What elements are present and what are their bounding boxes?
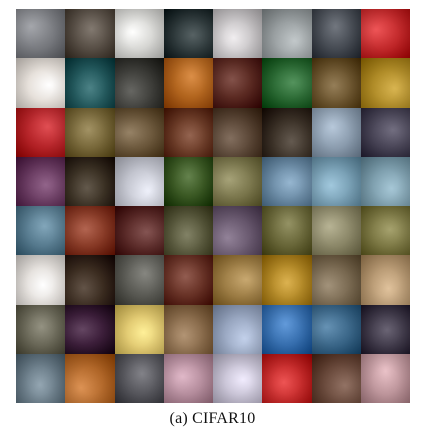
sample-tile <box>311 107 361 157</box>
sample-tile <box>311 255 361 305</box>
sample-tile <box>16 107 66 157</box>
sample-tile <box>262 353 312 403</box>
sample-tile <box>16 9 66 59</box>
sample-tile <box>360 206 410 256</box>
sample-tile <box>114 255 164 305</box>
sample-tile <box>213 9 263 59</box>
sample-tile <box>65 58 115 108</box>
sample-tile <box>262 156 312 206</box>
sample-tile <box>16 58 66 108</box>
sample-tile <box>65 255 115 305</box>
sample-tile <box>311 206 361 256</box>
sample-tile <box>262 304 312 354</box>
sample-tile <box>262 9 312 59</box>
sample-tile <box>311 304 361 354</box>
sample-tile <box>16 156 66 206</box>
sample-tile <box>65 206 115 256</box>
sample-tile <box>16 255 66 305</box>
sample-tile <box>262 255 312 305</box>
sample-tile <box>311 353 361 403</box>
sample-tile <box>114 353 164 403</box>
sample-tile <box>163 107 213 157</box>
sample-tile <box>213 156 263 206</box>
sample-tile <box>114 58 164 108</box>
sample-tile <box>311 156 361 206</box>
sample-tile <box>213 353 263 403</box>
sample-tile <box>16 206 66 256</box>
sample-tile <box>311 9 361 59</box>
sample-tile <box>65 353 115 403</box>
sample-tile <box>360 107 410 157</box>
sample-tile <box>163 156 213 206</box>
sample-tile <box>360 255 410 305</box>
sample-tile <box>65 304 115 354</box>
sample-tile <box>360 353 410 403</box>
sample-tile <box>360 304 410 354</box>
sample-tile <box>213 107 263 157</box>
sample-tile <box>114 156 164 206</box>
sample-tile <box>311 58 361 108</box>
sample-tile <box>16 353 66 403</box>
sample-tile <box>213 206 263 256</box>
sample-tile <box>65 9 115 59</box>
sample-tile <box>114 206 164 256</box>
sample-tile <box>360 156 410 206</box>
sample-tile <box>114 9 164 59</box>
sample-tile <box>163 255 213 305</box>
sample-tile <box>163 9 213 59</box>
sample-tile <box>360 9 410 59</box>
sample-tile <box>163 206 213 256</box>
sample-tile <box>262 206 312 256</box>
sample-tile <box>213 58 263 108</box>
sample-tile <box>163 304 213 354</box>
sample-tile <box>163 58 213 108</box>
figure: (a) CIFAR10 <box>0 0 425 438</box>
sample-tile <box>213 304 263 354</box>
generated-samples-grid <box>16 9 410 403</box>
sample-tile <box>114 107 164 157</box>
sample-tile <box>163 353 213 403</box>
sample-tile <box>213 255 263 305</box>
sample-tile <box>360 58 410 108</box>
sample-tile <box>16 304 66 354</box>
sample-tile <box>262 58 312 108</box>
sample-tile <box>114 304 164 354</box>
figure-caption: (a) CIFAR10 <box>169 410 256 427</box>
sample-tile <box>65 107 115 157</box>
sample-tile <box>262 107 312 157</box>
sample-tile <box>65 156 115 206</box>
